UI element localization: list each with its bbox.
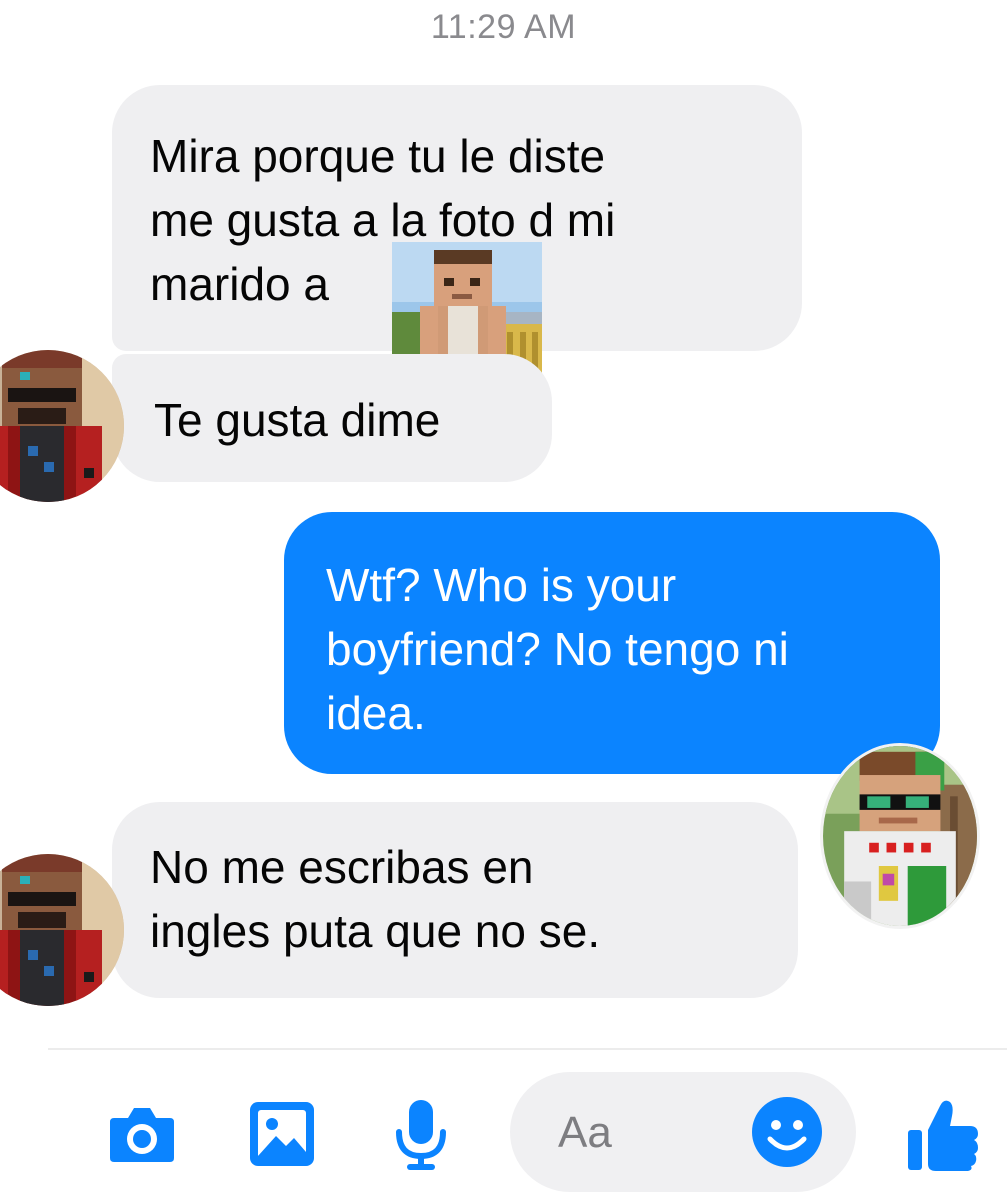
contact-avatar[interactable] — [0, 854, 124, 1006]
camera-icon[interactable] — [106, 1098, 178, 1170]
contact-avatar[interactable] — [0, 350, 124, 502]
message-bubble-incoming[interactable]: Te gusta dime — [112, 354, 552, 482]
message-text-line: ingles puta que no se. — [150, 905, 601, 957]
image-icon[interactable] — [248, 1100, 316, 1168]
emoji-icon[interactable] — [750, 1095, 824, 1169]
message-input-placeholder: Aa — [558, 1108, 612, 1157]
message-input[interactable]: Aa — [510, 1072, 856, 1192]
minecraft-avatar-art — [0, 854, 124, 1006]
microphone-icon[interactable] — [394, 1098, 448, 1172]
my-avatar[interactable] — [820, 743, 980, 929]
message-bubble-incoming[interactable]: No me escribas en ingles puta que no se. — [112, 802, 798, 998]
minecraft-avatar-art — [823, 746, 977, 926]
thumbs-up-icon[interactable] — [906, 1096, 980, 1172]
composer-divider — [48, 1048, 1007, 1050]
message-text-line: idea. — [326, 687, 426, 739]
message-bubble-outgoing[interactable]: Wtf? Who is your boyfriend? No tengo ni … — [284, 512, 940, 774]
message-timestamp: 11:29 AM — [430, 8, 577, 46]
message-text-line: Mira porque tu le diste — [150, 130, 606, 182]
minecraft-avatar-art — [0, 350, 124, 502]
message-text-line: boyfriend? No tengo ni — [326, 623, 789, 675]
message-text-line: No me escribas en — [150, 841, 534, 893]
message-text-line: Wtf? Who is your — [326, 559, 677, 611]
message-text-line: Te gusta dime — [154, 394, 441, 446]
